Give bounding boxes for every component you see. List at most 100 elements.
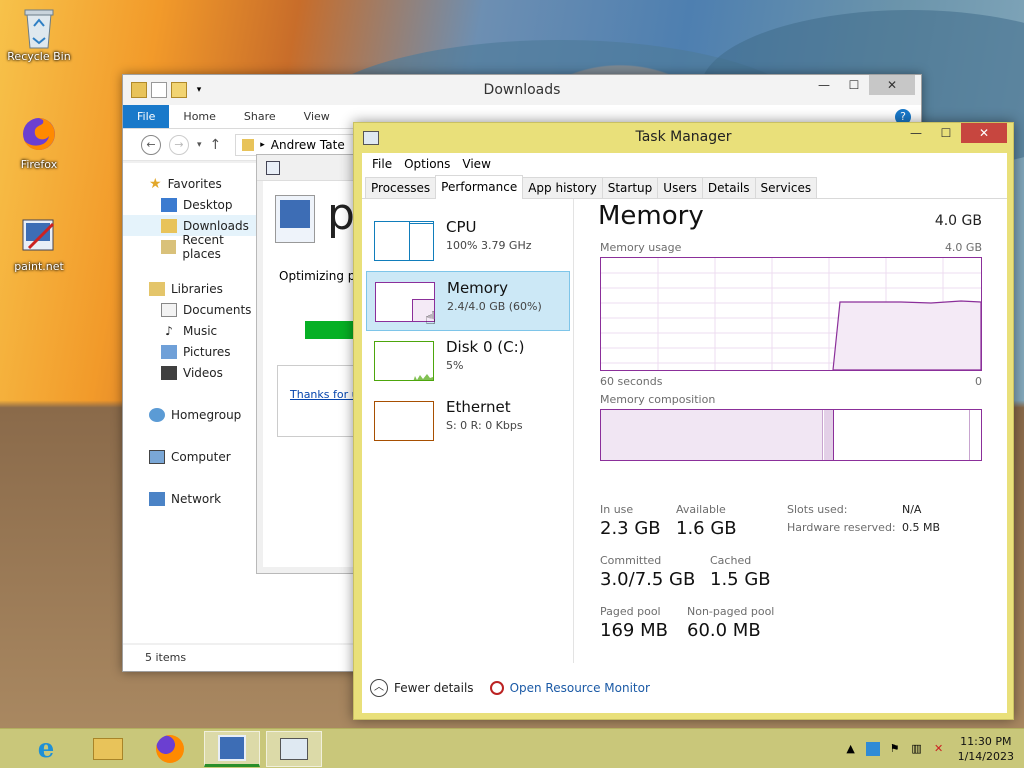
menu-file[interactable]: File: [368, 157, 396, 171]
close-button[interactable]: ✕: [961, 123, 1007, 143]
task-manager-client: File Options View Processes Performance …: [362, 153, 1007, 713]
minimize-button[interactable]: —: [809, 75, 839, 95]
installer-titlebar[interactable]: [257, 155, 365, 181]
stat-hardware-reserved: Hardware reserved: 0.5 MB: [787, 521, 940, 534]
disk-thumbnail-graph: [374, 341, 434, 381]
up-button[interactable]: ↑: [210, 137, 222, 153]
nav-item-documents[interactable]: Documents: [123, 299, 263, 320]
volume-muted-icon[interactable]: ✕: [932, 742, 946, 756]
nav-item-computer[interactable]: Computer: [123, 446, 263, 467]
ribbon-tab-file[interactable]: File: [123, 105, 170, 128]
stat-value: N/A: [902, 503, 922, 516]
nav-item-music[interactable]: ♪ Music: [123, 320, 263, 341]
stat-label: Cached: [710, 554, 752, 567]
memory-usage-chart: [601, 258, 982, 371]
show-hidden-icons-icon[interactable]: ▲: [844, 742, 858, 756]
stat-value: 3.0/7.5 GB: [600, 569, 696, 590]
perf-item-name: Memory: [447, 279, 509, 297]
address-field[interactable]: ▸ Andrew Tate: [235, 133, 356, 156]
perf-item-disk[interactable]: Disk 0 (C:) 5%: [366, 331, 570, 391]
nav-label: Videos: [183, 365, 223, 380]
memory-composition-bar: [600, 409, 982, 461]
stat-paged-pool: Paged pool 169 MB: [600, 605, 668, 641]
close-button[interactable]: ✕: [869, 75, 915, 95]
homegroup-icon: [149, 407, 165, 422]
cpu-thumbnail-graph: [374, 221, 434, 261]
maximize-button[interactable]: ☐: [839, 75, 869, 95]
tab-app-history[interactable]: App history: [522, 177, 603, 198]
task-manager-titlebar[interactable]: Task Manager — ☐ ✕: [354, 123, 1013, 153]
menu-options[interactable]: Options: [400, 157, 454, 171]
nav-item-network[interactable]: Network: [123, 488, 263, 509]
minimize-button[interactable]: —: [901, 123, 931, 143]
explorer-title: Downloads: [483, 82, 561, 98]
graph-time-right: 0: [975, 375, 982, 388]
perf-item-memory[interactable]: Memory 2.4/4.0 GB (60%) ☝: [366, 271, 570, 331]
taskbar-paint-net-installer[interactable]: [204, 731, 260, 767]
desktop-icon-paint-net[interactable]: paint.net: [4, 216, 74, 273]
stat-cached: Cached 1.5 GB: [710, 554, 771, 590]
ribbon-tab-view[interactable]: View: [290, 105, 344, 128]
taskbar-internet-explorer[interactable]: e: [18, 731, 74, 767]
forward-button[interactable]: →: [169, 134, 189, 155]
open-resource-monitor-link[interactable]: Open Resource Monitor: [489, 681, 650, 695]
desktop-icon-recycle-bin[interactable]: Recycle Bin: [4, 6, 74, 63]
recent-locations-icon[interactable]: ▾: [197, 140, 202, 150]
desktop-icon-firefox[interactable]: Firefox: [4, 114, 74, 171]
nav-label: Pictures: [183, 344, 231, 359]
nav-item-favorites[interactable]: ★ Favorites: [123, 173, 263, 194]
back-button[interactable]: ←: [141, 134, 161, 155]
tab-services[interactable]: Services: [754, 177, 818, 198]
nav-item-libraries[interactable]: Libraries: [123, 278, 263, 299]
nav-item-pictures[interactable]: Pictures: [123, 341, 263, 362]
music-icon: ♪: [165, 323, 173, 338]
tab-users[interactable]: Users: [657, 177, 703, 198]
menu-view[interactable]: View: [458, 157, 494, 171]
composition-in-use: [601, 410, 823, 460]
clock-time: 11:30 PM: [960, 735, 1012, 748]
memory-composition-label: Memory composition: [600, 393, 716, 406]
properties-icon[interactable]: [151, 82, 167, 98]
file-explorer-icon: [93, 738, 123, 760]
perf-item-ethernet[interactable]: Ethernet S: 0 R: 0 Kbps: [366, 391, 570, 451]
nav-label: Recent places: [182, 232, 224, 261]
nav-item-homegroup[interactable]: Homegroup: [123, 404, 263, 425]
stat-slots-used: Slots used: N/A: [787, 503, 921, 516]
nav-item-desktop[interactable]: Desktop: [123, 194, 263, 215]
notification-icon[interactable]: [865, 742, 880, 756]
taskbar-task-manager[interactable]: [266, 731, 322, 767]
pictures-icon: [161, 344, 177, 359]
fewer-details-label: Fewer details: [394, 681, 474, 695]
tab-startup[interactable]: Startup: [601, 177, 659, 198]
nav-item-recent-places[interactable]: Recent places: [123, 233, 263, 261]
fewer-details-button[interactable]: ︿ Fewer details: [370, 679, 474, 697]
taskbar-file-explorer[interactable]: [80, 731, 136, 767]
desktop-icon-label: Firefox: [20, 158, 58, 171]
downloads-folder-icon: [161, 218, 177, 233]
taskbar-clock[interactable]: 11:30 PM 1/14/2023: [958, 734, 1014, 764]
desktop-icon: [161, 197, 177, 212]
tab-processes[interactable]: Processes: [365, 177, 437, 198]
installer-product-name: p: [327, 189, 355, 240]
explorer-titlebar[interactable]: ▾ Downloads — ☐ ✕: [123, 75, 921, 105]
tab-details[interactable]: Details: [701, 177, 756, 198]
resource-monitor-icon: [489, 681, 504, 695]
taskbar-firefox[interactable]: [142, 731, 198, 767]
nav-item-videos[interactable]: Videos: [123, 362, 263, 383]
network-status-icon[interactable]: ▥: [910, 742, 924, 756]
chevron-down-icon[interactable]: ▾: [191, 82, 207, 98]
stat-label: In use: [600, 503, 634, 516]
task-manager-window-controls: — ☐ ✕: [901, 123, 1007, 143]
ribbon-tab-home[interactable]: Home: [169, 105, 229, 128]
folder-icon[interactable]: [131, 82, 147, 98]
videos-icon: [161, 365, 177, 380]
stat-label: Hardware reserved:: [787, 521, 896, 534]
perf-item-cpu[interactable]: CPU 100% 3.79 GHz: [366, 211, 570, 271]
new-folder-icon[interactable]: [171, 82, 187, 98]
ribbon-tab-share[interactable]: Share: [230, 105, 290, 128]
tab-performance[interactable]: Performance: [435, 175, 524, 199]
action-center-flag-icon[interactable]: ⚑: [888, 742, 902, 756]
maximize-button[interactable]: ☐: [931, 123, 961, 143]
nav-label: Libraries: [171, 281, 223, 296]
task-manager-window: Task Manager — ☐ ✕ File Options View Pro…: [353, 122, 1014, 720]
